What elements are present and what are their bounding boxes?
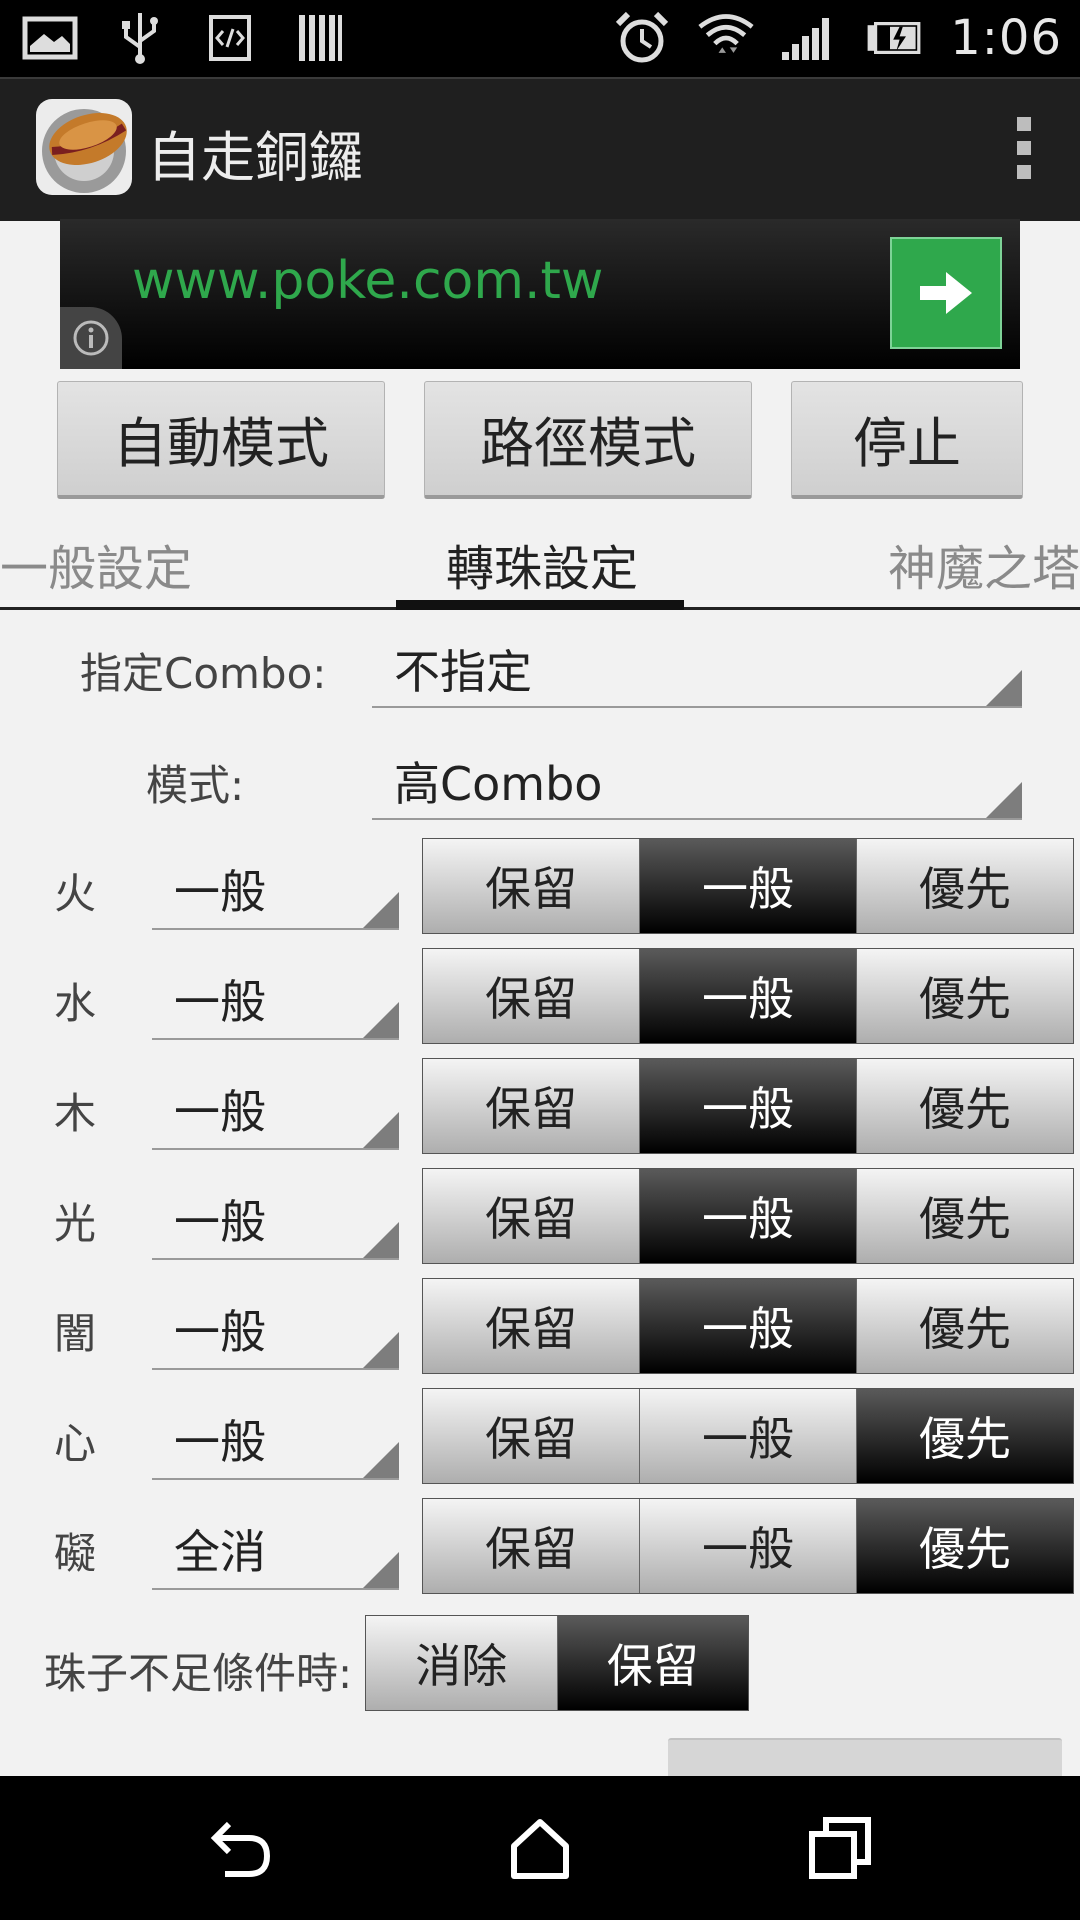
- segment-option-priority[interactable]: 優先: [857, 1169, 1073, 1263]
- dropdown-triangle-icon: [363, 1002, 399, 1038]
- attribute-segmented-control: 保留 一般 優先: [422, 948, 1074, 1044]
- tab-bar: 一般設定 轉珠設定 神魔之塔: [0, 515, 1080, 610]
- attribute-spinner[interactable]: 一般: [152, 952, 399, 1040]
- attribute-segmented-control: 保留 一般 優先: [422, 1278, 1074, 1374]
- tab-general-settings[interactable]: 一般設定: [0, 529, 192, 599]
- segment-option-normal[interactable]: 一般: [640, 839, 857, 933]
- attribute-segmented-control: 保留 一般 優先: [422, 838, 1074, 934]
- overflow-menu-icon[interactable]: [1014, 117, 1034, 187]
- segment-option-priority[interactable]: 優先: [857, 1389, 1073, 1483]
- attribute-label: 木: [54, 1089, 97, 1138]
- dropdown-triangle-icon: [363, 1222, 399, 1258]
- segment-option-priority[interactable]: 優先: [857, 949, 1073, 1043]
- attribute-spinner[interactable]: 一般: [152, 1392, 399, 1480]
- dropdown-triangle-icon: [363, 892, 399, 928]
- gallery-icon: [22, 12, 78, 64]
- attribute-segmented-control: 保留 一般 優先: [422, 1388, 1074, 1484]
- wifi-icon: [698, 12, 754, 64]
- info-icon[interactable]: [60, 307, 122, 369]
- attribute-spinner-value: 一般: [174, 865, 266, 919]
- attribute-spinner[interactable]: 一般: [152, 842, 399, 930]
- attribute-label: 光: [54, 1199, 97, 1248]
- segment-option-normal[interactable]: 一般: [640, 1059, 857, 1153]
- attribute-label: 水: [54, 979, 97, 1028]
- segment-option-keep[interactable]: 保留: [423, 1279, 640, 1373]
- alarm-icon: [614, 11, 670, 64]
- navigation-bar: [0, 1776, 1080, 1920]
- dropdown-triangle-icon: [363, 1332, 399, 1368]
- attribute-spinner[interactable]: 全消: [152, 1502, 399, 1590]
- attribute-spinner-value: 一般: [174, 1305, 266, 1359]
- insufficient-option-clear[interactable]: 消除: [366, 1616, 558, 1710]
- status-bar: 1:06: [0, 0, 1080, 77]
- segment-option-normal[interactable]: 一般: [640, 1389, 857, 1483]
- ad-url[interactable]: www.poke.com.tw: [132, 251, 603, 311]
- mode-value: 高Combo: [394, 757, 603, 811]
- segment-option-priority[interactable]: 優先: [857, 1499, 1073, 1593]
- attribute-segmented-control: 保留 一般 優先: [422, 1168, 1074, 1264]
- attribute-spinner-value: 一般: [174, 1085, 266, 1139]
- ad-banner[interactable]: www.poke.com.tw: [60, 219, 1020, 369]
- tab-orb-settings[interactable]: 轉珠設定: [446, 529, 638, 599]
- arrow-right-icon[interactable]: [890, 237, 1002, 349]
- usb-icon: [112, 12, 168, 64]
- attribute-segmented-control: 保留 一般 優先: [422, 1058, 1074, 1154]
- insufficient-label: 珠子不足條件時:: [44, 1649, 353, 1698]
- segment-option-priority[interactable]: 優先: [857, 839, 1073, 933]
- attribute-spinner[interactable]: 一般: [152, 1062, 399, 1150]
- attribute-spinner-value: 一般: [174, 1195, 266, 1249]
- signal-icon: [782, 12, 838, 64]
- tab-tower-of-saviors[interactable]: 神魔之塔: [888, 529, 1080, 599]
- recent-apps-icon[interactable]: [804, 1812, 876, 1884]
- developer-code-icon: [202, 12, 258, 64]
- stop-button[interactable]: 停止: [791, 381, 1023, 499]
- dropdown-triangle-icon: [363, 1552, 399, 1588]
- action-bar: 自走銅鑼: [0, 77, 1080, 221]
- attribute-label: 火: [54, 869, 97, 918]
- dropdown-triangle-icon: [986, 670, 1022, 706]
- segment-option-keep[interactable]: 保留: [423, 1499, 640, 1593]
- dropdown-triangle-icon: [363, 1112, 399, 1148]
- attribute-spinner-value: 全消: [174, 1525, 266, 1579]
- mode-spinner[interactable]: 高Combo: [372, 740, 1022, 820]
- attribute-label: 礙: [54, 1529, 97, 1578]
- segment-option-keep[interactable]: 保留: [423, 1389, 640, 1483]
- attribute-label: 闇: [54, 1309, 97, 1358]
- app-icon[interactable]: [36, 99, 132, 195]
- segment-option-priority[interactable]: 優先: [857, 1059, 1073, 1153]
- segment-option-normal[interactable]: 一般: [640, 949, 857, 1043]
- home-icon[interactable]: [504, 1812, 576, 1884]
- tab-indicator: [396, 600, 684, 610]
- attribute-spinner[interactable]: 一般: [152, 1282, 399, 1370]
- combo-label: 指定Combo:: [80, 649, 327, 698]
- combo-value: 不指定: [394, 645, 532, 699]
- segment-option-priority[interactable]: 優先: [857, 1279, 1073, 1373]
- mode-label: 模式:: [146, 761, 245, 810]
- insufficient-segmented-control: 消除 保留: [365, 1615, 749, 1711]
- attribute-label: 心: [54, 1419, 97, 1468]
- dropdown-triangle-icon: [986, 782, 1022, 818]
- auto-mode-button[interactable]: 自動模式: [57, 381, 385, 499]
- segment-option-keep[interactable]: 保留: [423, 949, 640, 1043]
- app-title: 自走銅鑼: [147, 126, 363, 189]
- dropdown-triangle-icon: [363, 1442, 399, 1478]
- segment-option-normal[interactable]: 一般: [640, 1169, 857, 1263]
- barcode-icon: [292, 12, 348, 64]
- path-mode-button[interactable]: 路徑模式: [424, 381, 752, 499]
- back-icon[interactable]: [205, 1812, 277, 1884]
- combo-spinner[interactable]: 不指定: [372, 628, 1022, 708]
- insufficient-option-keep[interactable]: 保留: [557, 1616, 748, 1710]
- segment-option-normal[interactable]: 一般: [640, 1279, 857, 1373]
- clock: 1:06: [950, 10, 1062, 66]
- attribute-spinner-value: 一般: [174, 1415, 266, 1469]
- segment-option-keep[interactable]: 保留: [423, 1059, 640, 1153]
- attribute-spinner-value: 一般: [174, 975, 266, 1029]
- attribute-spinner[interactable]: 一般: [152, 1172, 399, 1260]
- attribute-segmented-control: 保留 一般 優先: [422, 1498, 1074, 1594]
- segment-option-normal[interactable]: 一般: [640, 1499, 857, 1593]
- segment-option-keep[interactable]: 保留: [423, 839, 640, 933]
- battery-charging-icon: [866, 12, 922, 64]
- segment-option-keep[interactable]: 保留: [423, 1169, 640, 1263]
